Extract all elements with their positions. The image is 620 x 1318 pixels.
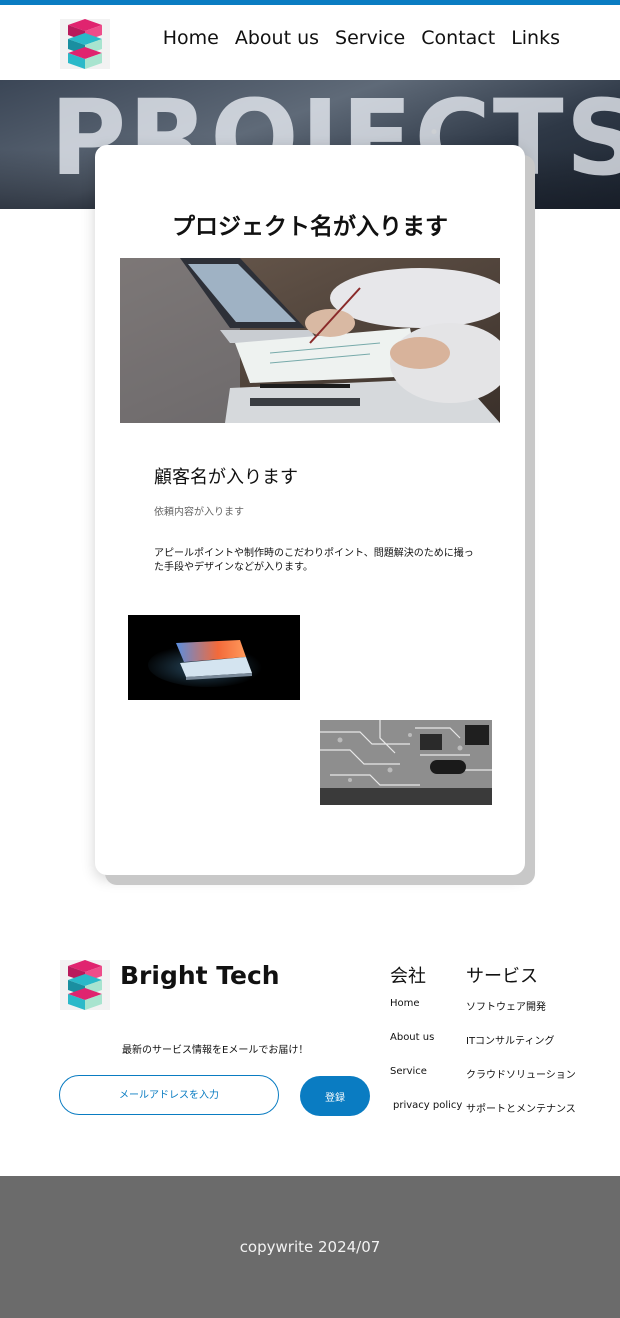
newsletter-text: 最新のサービス情報をEメールでお届け！ <box>122 1045 309 1056</box>
request-content: 依頼内容が入ります <box>154 507 244 518</box>
company-heading: 会社 <box>390 966 426 987</box>
services-heading: サービス <box>466 966 538 987</box>
footer-link-it-consulting[interactable]: ITコンサルティング <box>466 1032 554 1047</box>
copyright-bar: copywrite 2024/07 <box>0 1176 620 1318</box>
nav-links[interactable]: Links <box>511 27 560 49</box>
appeal-text: アピールポイントや制作時のこだわりポイント、問題解決のために撮った手段やデザイン… <box>154 548 474 573</box>
cube-logo-icon[interactable] <box>60 19 110 69</box>
main-nav: Home About us Service Contact Links <box>163 27 560 49</box>
footer-brand-name: Bright Tech <box>120 961 280 990</box>
office-meeting-photo <box>120 258 500 423</box>
subscribe-button[interactable]: 登録 <box>300 1076 370 1116</box>
footer-link-cloud-solution[interactable]: クラウドソリューション <box>466 1066 576 1081</box>
footer-link-service[interactable]: Service <box>390 1066 427 1077</box>
footer-link-privacy-policy[interactable]: privacy policy <box>393 1100 462 1111</box>
nav-contact[interactable]: Contact <box>421 27 495 49</box>
footer-link-home[interactable]: Home <box>390 998 420 1009</box>
email-input[interactable] <box>59 1075 279 1115</box>
project-title: プロジェクト名が入ります <box>172 214 448 240</box>
project-card: プロジェクト名が入ります 顧客名が入ります 依頼内容が入ります アピールポイント… <box>95 145 525 875</box>
copyright-text: copywrite 2024/07 <box>239 1238 381 1256</box>
client-name: 顧客名が入ります <box>154 467 298 488</box>
circuit-board-photo <box>320 720 492 805</box>
nav-home[interactable]: Home <box>163 27 219 49</box>
footer-link-support[interactable]: サポートとメンテナンス <box>466 1100 576 1115</box>
site-header: Home About us Service Contact Links <box>0 5 620 80</box>
footer-cube-logo-icon[interactable] <box>60 960 110 1010</box>
footer-link-about-us[interactable]: About us <box>390 1032 434 1043</box>
glowing-laptop-photo <box>128 615 300 700</box>
footer-link-software-dev[interactable]: ソフトウェア開発 <box>466 998 546 1013</box>
nav-about-us[interactable]: About us <box>235 27 319 49</box>
nav-service[interactable]: Service <box>335 27 405 49</box>
